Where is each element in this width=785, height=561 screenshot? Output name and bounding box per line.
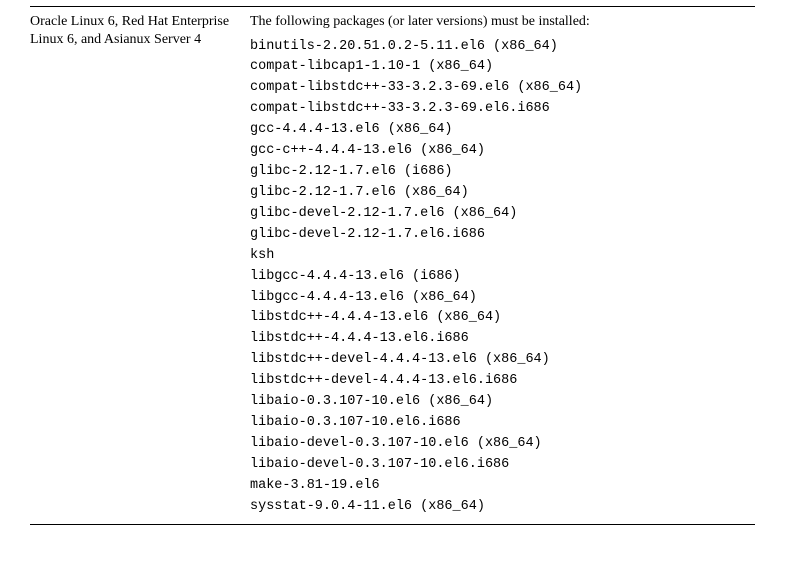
requirements-table: Oracle Linux 6, Red Hat Enterprise Linux… (30, 6, 755, 525)
package-line: glibc-2.12-1.7.el6 (x86_64) (250, 183, 755, 204)
package-line: ksh (250, 246, 755, 267)
package-line: make-3.81-19.el6 (250, 476, 755, 497)
package-line: libaio-0.3.107-10.el6 (x86_64) (250, 392, 755, 413)
package-line: libstdc++-4.4.4-13.el6.i686 (250, 329, 755, 350)
package-line: binutils-2.20.51.0.2-5.11.el6 (x86_64) (250, 37, 755, 58)
package-line: libstdc++-devel-4.4.4-13.el6 (x86_64) (250, 350, 755, 371)
package-line: libaio-0.3.107-10.el6.i686 (250, 413, 755, 434)
package-line: libaio-devel-0.3.107-10.el6 (x86_64) (250, 434, 755, 455)
package-line: glibc-devel-2.12-1.7.el6 (x86_64) (250, 204, 755, 225)
os-label: Oracle Linux 6, Red Hat Enterprise Linux… (30, 11, 250, 518)
package-line: compat-libcap1-1.10-1 (x86_64) (250, 57, 755, 78)
package-line: libstdc++-devel-4.4.4-13.el6.i686 (250, 371, 755, 392)
package-list: binutils-2.20.51.0.2-5.11.el6 (x86_64)co… (250, 37, 755, 518)
intro-text: The following packages (or later version… (250, 13, 755, 31)
package-line: sysstat-9.0.4-11.el6 (x86_64) (250, 497, 755, 518)
package-line: gcc-c++-4.4.4-13.el6 (x86_64) (250, 141, 755, 162)
package-line: glibc-2.12-1.7.el6 (i686) (250, 162, 755, 183)
package-line: libgcc-4.4.4-13.el6 (i686) (250, 267, 755, 288)
package-line: gcc-4.4.4-13.el6 (x86_64) (250, 120, 755, 141)
package-line: libstdc++-4.4.4-13.el6 (x86_64) (250, 308, 755, 329)
package-line: compat-libstdc++-33-3.2.3-69.el6 (x86_64… (250, 78, 755, 99)
package-line: libaio-devel-0.3.107-10.el6.i686 (250, 455, 755, 476)
requirements-content: The following packages (or later version… (250, 11, 755, 518)
package-line: libgcc-4.4.4-13.el6 (x86_64) (250, 288, 755, 309)
package-line: compat-libstdc++-33-3.2.3-69.el6.i686 (250, 99, 755, 120)
package-line: glibc-devel-2.12-1.7.el6.i686 (250, 225, 755, 246)
